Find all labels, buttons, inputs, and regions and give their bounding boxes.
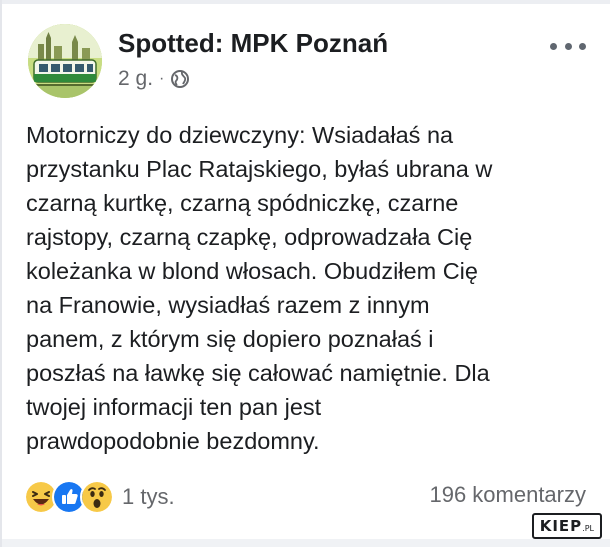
more-dot bbox=[579, 42, 586, 50]
post-text-line: czarną kurtkę, czarną spódniczkę, czarne bbox=[26, 190, 459, 216]
globe-icon[interactable] bbox=[170, 69, 190, 89]
comments-count-link[interactable]: 196 komentarzy bbox=[429, 482, 586, 508]
kiep-watermark-logo: KIEP.PL bbox=[531, 513, 602, 539]
post-text-line: przystanku Plac Ratajskiego, byłaś ubran… bbox=[26, 156, 493, 182]
post-body-text: Motorniczy do dziewczyny: Wsiadałaś na p… bbox=[26, 118, 600, 458]
reaction-count: 1 tys. bbox=[122, 484, 175, 509]
watermark-suffix: .PL bbox=[582, 524, 594, 533]
watermark-brand: KIEP bbox=[539, 517, 583, 535]
post-text-line: Motorniczy do dziewczyny: Wsiadałaś na bbox=[26, 122, 454, 148]
more-horizontal-icon[interactable] bbox=[550, 36, 586, 56]
bottom-divider bbox=[2, 539, 610, 547]
more-dot bbox=[550, 42, 557, 50]
post-text-line: na Franowie, wysiadłaś razem z innym bbox=[26, 292, 430, 318]
facebook-post-card: Spotted: MPK Poznań 2 g. · Motorniczy do… bbox=[0, 0, 610, 547]
post-text-line: twojej informacji ten pan jest bbox=[26, 394, 322, 420]
page-avatar[interactable] bbox=[28, 24, 102, 98]
page-name-link[interactable]: Spotted: MPK Poznań bbox=[118, 28, 388, 59]
more-dot bbox=[564, 42, 572, 50]
meta-separator: · bbox=[159, 70, 165, 87]
post-text-line: poszłaś na ławkę się całować namiętnie. … bbox=[26, 360, 490, 386]
post-text-line: koleżanka w blond włosach. Obudziłem Cię bbox=[26, 258, 478, 284]
top-divider bbox=[2, 0, 610, 4]
post-text-line: prawdopodobnie bezdomny. bbox=[26, 428, 320, 454]
post-text-line: rajstopy, czarną czapkę, odprowadzała Ci… bbox=[26, 224, 473, 250]
post-meta: 2 g. · bbox=[118, 67, 190, 91]
reactions-summary[interactable]: 1 tys. bbox=[24, 480, 175, 514]
post-timestamp[interactable]: 2 g. bbox=[118, 67, 153, 91]
wow-reaction-icon bbox=[80, 480, 114, 514]
post-text-line: panem, z którym się dopiero poznałaś i bbox=[26, 326, 434, 352]
tram-logo-icon bbox=[28, 24, 102, 98]
